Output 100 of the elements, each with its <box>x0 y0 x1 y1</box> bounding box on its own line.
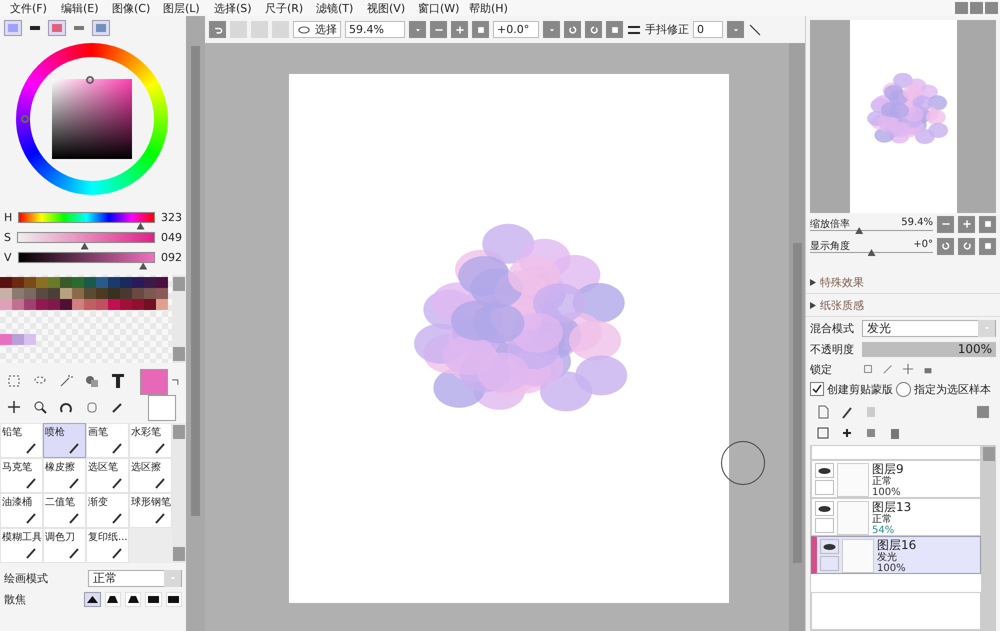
brush-tool[interactable]: 马克笔 <box>0 458 43 493</box>
brush-tool[interactable]: 水彩笔 <box>129 423 172 458</box>
zoom-dropdown[interactable] <box>409 21 426 38</box>
brush-tool[interactable]: 油漆桶 <box>0 493 43 528</box>
brush-tool[interactable]: 球形钢笔 <box>129 493 172 528</box>
add-layer-icon[interactable] <box>840 426 854 440</box>
zoom-icon[interactable] <box>33 400 47 414</box>
palette-swatch[interactable] <box>0 288 12 299</box>
palette-swatch[interactable] <box>108 277 120 288</box>
menu-item[interactable]: 文件(F) <box>10 0 61 16</box>
brush-tool[interactable]: 选区擦 <box>129 458 172 493</box>
palette-swatch[interactable] <box>60 299 72 310</box>
zoom-out-button[interactable] <box>937 216 954 232</box>
menu-item[interactable]: 图层(L) <box>163 0 214 16</box>
magic-wand-icon[interactable] <box>59 374 73 388</box>
palette-swatch[interactable] <box>144 288 156 299</box>
palette-swatch[interactable] <box>24 334 36 345</box>
rotate-left-button[interactable] <box>937 238 954 254</box>
clear-layer-icon[interactable] <box>864 426 878 440</box>
palette-swatch[interactable] <box>144 277 156 288</box>
color-mode-tab[interactable] <box>92 20 110 36</box>
layer-row[interactable]: 图层13 正常 54% <box>811 498 981 536</box>
expand-arrow-icon[interactable] <box>810 302 816 308</box>
palette-swatch[interactable] <box>96 299 108 310</box>
clipping-checkbox[interactable] <box>810 382 824 396</box>
palette-swatch[interactable] <box>72 299 84 310</box>
primary-color-swatch[interactable] <box>140 369 168 395</box>
navigator-preview[interactable] <box>810 20 996 213</box>
slider-thumb[interactable] <box>855 227 864 234</box>
menu-item[interactable]: 选择(S) <box>214 0 265 16</box>
palette-swatch[interactable] <box>12 299 24 310</box>
draw-mode-dropdown[interactable]: 正常 <box>88 570 182 586</box>
menu-item[interactable]: 帮助(H) <box>469 0 520 16</box>
palette-swatch[interactable] <box>120 277 132 288</box>
color-mode-tab[interactable] <box>48 20 66 36</box>
palette-swatch[interactable] <box>12 334 24 345</box>
stabilizer-field[interactable]: 0 <box>693 21 723 38</box>
palette-swatch[interactable] <box>12 288 24 299</box>
scroll-up-button[interactable] <box>173 425 185 439</box>
palette-swatch[interactable] <box>12 277 24 288</box>
pen-icon[interactable] <box>840 405 854 419</box>
palette-swatch[interactable] <box>36 299 48 310</box>
brush-tool[interactable]: 二值笔 <box>43 493 86 528</box>
zoom-field[interactable]: 59.4% <box>345 21 405 38</box>
palette-swatch[interactable] <box>120 299 132 310</box>
menu-item[interactable]: 图像(C) <box>112 0 163 16</box>
zoom-slider[interactable]: 缩放倍率 59.4% <box>810 217 933 231</box>
scroll-down-button[interactable] <box>173 347 185 361</box>
menu-item[interactable]: 视图(V) <box>367 0 418 16</box>
line-icon[interactable] <box>748 22 762 36</box>
layer-row[interactable] <box>811 592 981 630</box>
palette-swatch[interactable] <box>0 334 12 345</box>
brush-tool[interactable]: 调色刀 <box>43 528 86 563</box>
scroll-down-button[interactable] <box>173 547 185 561</box>
menu-item[interactable]: 尺子(R) <box>265 0 316 16</box>
palette-swatch[interactable] <box>48 299 60 310</box>
palette-swatch[interactable] <box>96 288 108 299</box>
zoom-reset-button[interactable] <box>472 21 489 38</box>
zoom-reset-button[interactable] <box>979 216 996 232</box>
lock-transparency-icon[interactable] <box>862 363 874 375</box>
brush-tool[interactable]: 画笔 <box>86 423 129 458</box>
palette-swatch[interactable] <box>0 277 12 288</box>
layer-mask-icon[interactable] <box>976 405 990 419</box>
rotate-icon[interactable] <box>59 400 73 414</box>
scroll-up-button[interactable] <box>173 277 185 291</box>
eye-icon[interactable] <box>297 24 311 36</box>
zoom-in-button[interactable] <box>958 216 975 232</box>
new-layer-icon[interactable] <box>816 405 830 419</box>
palette-swatch[interactable] <box>36 277 48 288</box>
lock-paint-icon[interactable] <box>882 363 894 375</box>
palette-swatch[interactable] <box>24 288 36 299</box>
slider-thumb[interactable] <box>136 222 145 230</box>
canvas[interactable] <box>289 74 729 603</box>
rotate-right-button[interactable] <box>958 238 975 254</box>
palette-swatch[interactable] <box>108 299 120 310</box>
zoom-out-button[interactable] <box>430 21 447 38</box>
scrollbar-thumb[interactable] <box>191 46 200 516</box>
scroll-up-button[interactable] <box>983 447 995 461</box>
opacity-slider[interactable]: 100% <box>862 342 996 356</box>
palette-swatch[interactable] <box>132 288 144 299</box>
secondary-color-swatch[interactable] <box>148 395 176 421</box>
blend-mode-dropdown[interactable]: 发光 <box>862 320 996 336</box>
menu-item[interactable]: 窗口(W) <box>418 0 469 16</box>
scrollbar-thumb[interactable] <box>792 243 802 563</box>
palette-swatch[interactable] <box>84 288 96 299</box>
palette-swatch[interactable] <box>72 277 84 288</box>
selection-toggle[interactable]: 选择 <box>293 21 341 38</box>
angle-slider[interactable]: 显示角度 +0° <box>810 239 933 253</box>
shapes-icon[interactable] <box>85 374 99 388</box>
toolbar-button[interactable] <box>272 21 289 38</box>
angle-field[interactable]: +0.0° <box>493 21 539 38</box>
palette-swatch[interactable] <box>60 288 72 299</box>
sample-radio[interactable] <box>896 382 911 396</box>
layer-row[interactable]: 图层16 发光 100% <box>811 536 981 574</box>
rotate-left-button[interactable] <box>564 21 581 38</box>
merge-down-icon[interactable] <box>816 426 830 440</box>
dropdown-button[interactable] <box>978 320 995 336</box>
slider-thumb[interactable] <box>868 249 876 256</box>
rotate-right-button[interactable] <box>585 21 602 38</box>
close-button[interactable] <box>985 2 998 14</box>
